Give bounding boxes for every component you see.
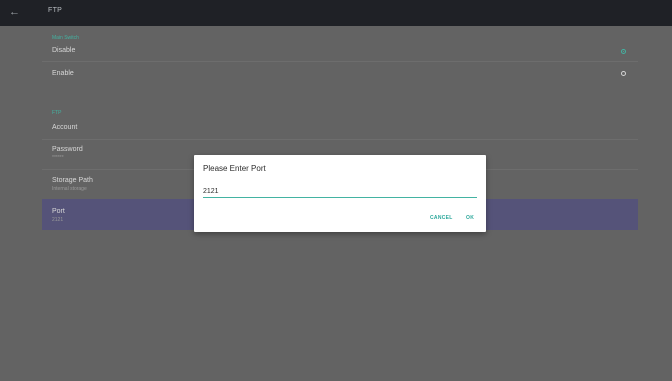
divider [42, 139, 638, 140]
ok-button[interactable]: OK [466, 215, 474, 221]
section-header-ftp: FTP [52, 110, 62, 116]
port-value: 2121 [52, 217, 64, 223]
dialog-title: Please Enter Port [203, 164, 266, 173]
storage-path-label: Storage Path [52, 177, 93, 184]
account-label: Account [52, 124, 78, 131]
radio-disable[interactable] [621, 49, 626, 54]
port-label: Port [52, 208, 65, 215]
cancel-button[interactable]: CANCEL [430, 215, 453, 221]
password-value: ****** [52, 155, 64, 161]
top-app-bar: ← FTP [0, 0, 672, 26]
divider [42, 61, 638, 62]
port-dialog: Please Enter Port CANCEL OK [194, 155, 486, 232]
password-label: Password [52, 146, 83, 153]
page-title: FTP [48, 7, 63, 14]
section-header-main-switch: Main Switch [52, 35, 79, 41]
back-arrow-icon[interactable]: ← [9, 6, 21, 18]
port-input[interactable] [203, 185, 477, 198]
radio-enable[interactable] [621, 71, 626, 76]
storage-path-value: Internal storage [52, 186, 87, 192]
option-disable-label: Disable [52, 47, 76, 54]
option-enable-label: Enable [52, 70, 74, 77]
